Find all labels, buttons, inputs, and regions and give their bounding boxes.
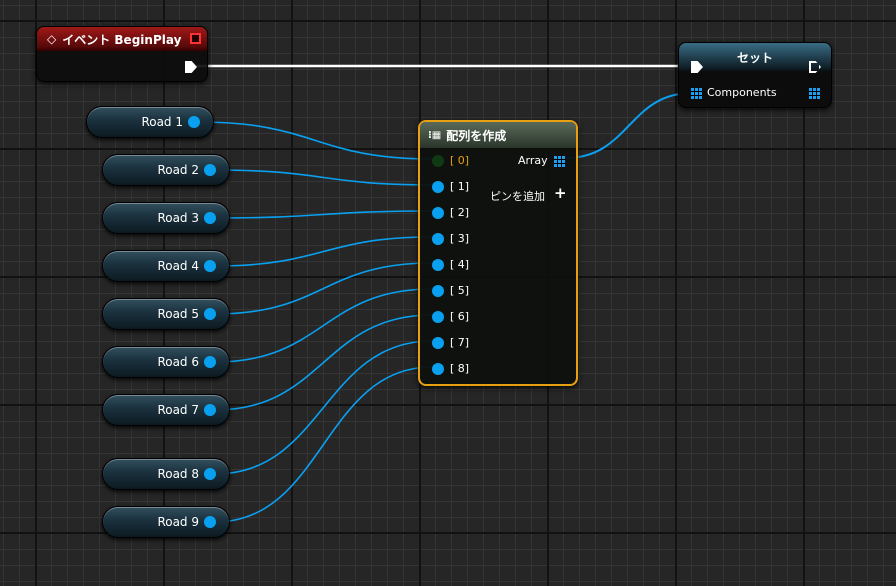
wire bbox=[198, 121, 433, 160]
pin-label: [ 0] bbox=[450, 154, 470, 167]
pin-label: [ 8] bbox=[450, 362, 470, 375]
array-output-label: Array bbox=[518, 154, 548, 167]
variable-label: Road 1 bbox=[141, 115, 183, 129]
array-input-pin-8[interactable]: [ 8] bbox=[432, 362, 469, 375]
variable-node-road-6[interactable]: Road 6 bbox=[102, 346, 230, 378]
wire bbox=[214, 314, 433, 411]
variable-label: Road 7 bbox=[157, 403, 199, 417]
delegate-pin[interactable] bbox=[190, 33, 201, 44]
array-input-pin-6[interactable]: [ 6] bbox=[432, 310, 469, 323]
wire bbox=[214, 340, 433, 475]
variable-out-pin[interactable] bbox=[204, 164, 216, 176]
set-title: セット bbox=[736, 51, 773, 65]
pin-dot[interactable] bbox=[432, 284, 444, 297]
pin-dot[interactable] bbox=[432, 206, 444, 219]
variable-out-pin[interactable] bbox=[204, 212, 216, 224]
pin-dot[interactable] bbox=[432, 180, 444, 193]
variable-label: Road 9 bbox=[157, 515, 199, 529]
variable-out-pin[interactable] bbox=[204, 516, 216, 528]
wire bbox=[565, 92, 693, 159]
variable-out-pin[interactable] bbox=[204, 404, 216, 416]
plus-icon[interactable]: + bbox=[554, 184, 567, 202]
pin-dot[interactable] bbox=[432, 362, 444, 375]
wire bbox=[214, 169, 433, 186]
array-output-pin[interactable] bbox=[554, 156, 565, 167]
array-input-pin-1[interactable]: [ 1] bbox=[432, 180, 469, 193]
variable-node-road-7[interactable]: Road 7 bbox=[102, 394, 230, 426]
variable-label: Road 2 bbox=[157, 163, 199, 177]
wire bbox=[214, 366, 433, 523]
make-array-title: 配列を作成 bbox=[446, 128, 507, 143]
components-in-pin[interactable] bbox=[691, 88, 702, 99]
variable-node-road-4[interactable]: Road 4 bbox=[102, 250, 230, 282]
pin-label: [ 2] bbox=[450, 206, 470, 219]
variable-node-road-2[interactable]: Road 2 bbox=[102, 154, 230, 186]
variable-out-pin[interactable] bbox=[204, 356, 216, 368]
pin-label: [ 1] bbox=[450, 180, 470, 193]
components-out-pin[interactable] bbox=[809, 88, 820, 99]
components-label: Components bbox=[707, 86, 777, 99]
variable-node-road-5[interactable]: Road 5 bbox=[102, 298, 230, 330]
pin-dot[interactable] bbox=[432, 232, 444, 245]
pin-dot[interactable] bbox=[432, 310, 444, 323]
add-pin-button[interactable]: ピンを追加 bbox=[490, 188, 545, 204]
event-title: イベント BeginPlay bbox=[62, 32, 182, 47]
variable-out-pin[interactable] bbox=[204, 308, 216, 320]
pin-label: [ 5] bbox=[450, 284, 470, 297]
array-input-pin-4[interactable]: [ 4] bbox=[432, 258, 469, 271]
array-input-pin-2[interactable]: [ 2] bbox=[432, 206, 469, 219]
pin-dot[interactable] bbox=[432, 258, 444, 271]
wire bbox=[214, 236, 433, 267]
wire bbox=[214, 262, 433, 315]
array-input-pin-3[interactable]: [ 3] bbox=[432, 232, 469, 245]
variable-node-road-9[interactable]: Road 9 bbox=[102, 506, 230, 538]
pin-label: [ 6] bbox=[450, 310, 470, 323]
variable-node-road-1[interactable]: Road 1 bbox=[86, 106, 214, 138]
pin-dot[interactable] bbox=[432, 154, 444, 167]
pin-label: [ 4] bbox=[450, 258, 470, 271]
pin-label: [ 3] bbox=[450, 232, 470, 245]
variable-node-road-3[interactable]: Road 3 bbox=[102, 202, 230, 234]
array-input-pin-0[interactable]: [ 0] bbox=[432, 154, 469, 167]
variable-label: Road 3 bbox=[157, 211, 199, 225]
variable-label: Road 4 bbox=[157, 259, 199, 273]
event-beginplay-node[interactable]: ◇ イベント BeginPlay bbox=[36, 26, 208, 82]
variable-node-road-8[interactable]: Road 8 bbox=[102, 458, 230, 490]
variable-label: Road 6 bbox=[157, 355, 199, 369]
variable-out-pin[interactable] bbox=[188, 116, 200, 128]
event-diamond-icon: ◇ bbox=[47, 32, 57, 46]
wire bbox=[214, 210, 433, 219]
make-array-node[interactable]: ⁝▦ 配列を作成 [ 0] [ 1] [ 2] [ 3] [ 4] [ 5] [ 6] [ 7]… bbox=[418, 120, 578, 386]
variable-out-pin[interactable] bbox=[204, 468, 216, 480]
set-components-node[interactable]: セット Components bbox=[678, 42, 832, 108]
array-input-pin-5[interactable]: [ 5] bbox=[432, 284, 469, 297]
pin-label: [ 7] bbox=[450, 336, 470, 349]
pin-dot[interactable] bbox=[432, 336, 444, 349]
array-input-pin-7[interactable]: [ 7] bbox=[432, 336, 469, 349]
exec-out-pin[interactable] bbox=[185, 61, 197, 73]
wire bbox=[214, 288, 433, 363]
variable-label: Road 5 bbox=[157, 307, 199, 321]
variable-out-pin[interactable] bbox=[204, 260, 216, 272]
array-icon: ⁝▦ bbox=[428, 129, 442, 141]
variable-label: Road 8 bbox=[157, 467, 199, 481]
